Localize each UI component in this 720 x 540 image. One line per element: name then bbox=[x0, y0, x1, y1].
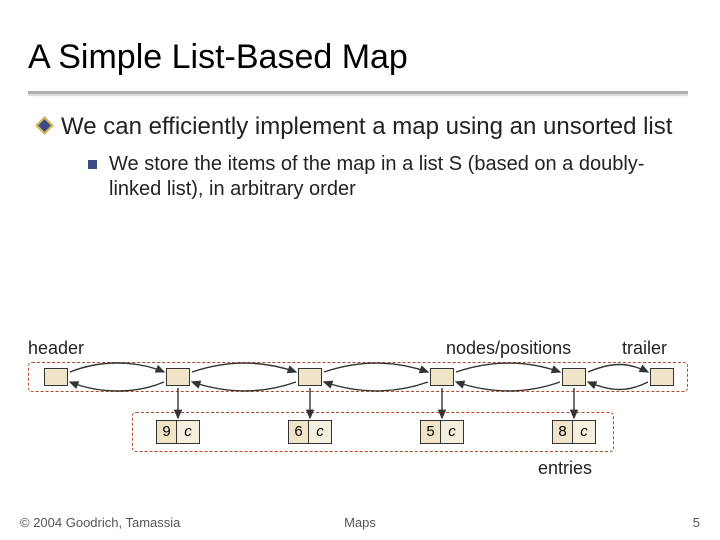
linked-list-diagram: header nodes/positions trailer 9 c 6 c 5… bbox=[28, 338, 692, 468]
bullet-1: We can efficiently implement a map using… bbox=[38, 112, 692, 142]
diamond-icon bbox=[35, 116, 53, 134]
footer-copyright: © 2004 Goodrich, Tamassia bbox=[20, 515, 180, 530]
title-underline bbox=[28, 91, 688, 94]
bullet-1-text: We can efficiently implement a map using… bbox=[61, 112, 672, 142]
square-icon bbox=[88, 160, 97, 169]
sub-bullet-1: We store the items of the map in a list … bbox=[88, 152, 692, 202]
slide-title: A Simple List-Based Map bbox=[28, 28, 692, 91]
footer-page-number: 5 bbox=[693, 515, 700, 530]
sub-bullet-1-text: We store the items of the map in a list … bbox=[109, 152, 692, 202]
arrows-svg bbox=[28, 338, 692, 468]
footer: © 2004 Goodrich, Tamassia Maps 5 bbox=[20, 515, 700, 530]
footer-center: Maps bbox=[344, 515, 376, 530]
